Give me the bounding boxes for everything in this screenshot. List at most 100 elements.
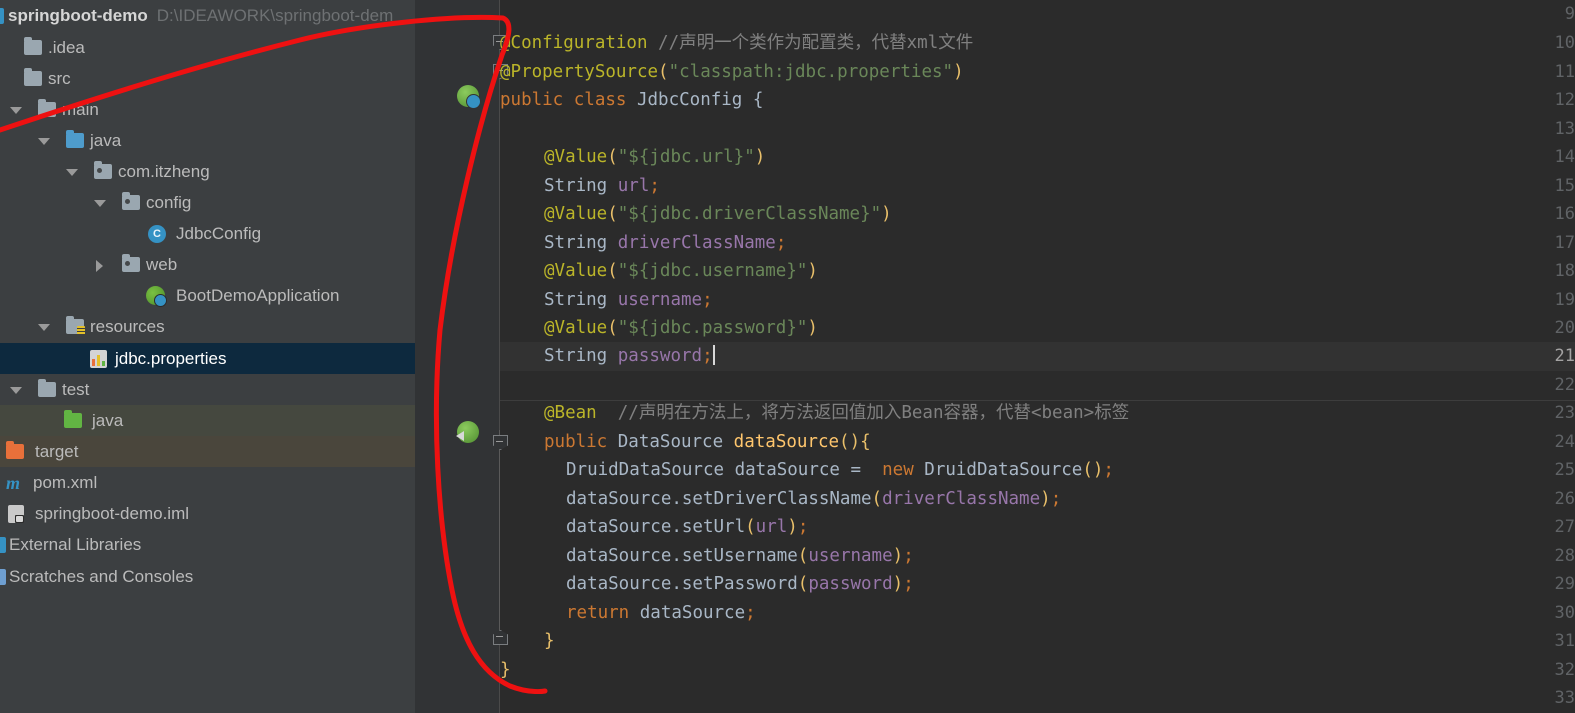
code-line-11[interactable]: @PropertySource("classpath:jdbc.properti… bbox=[500, 58, 964, 87]
line-number: 17 bbox=[1554, 233, 1575, 253]
tree-label: com.itzheng bbox=[118, 161, 210, 181]
resources-folder-icon bbox=[66, 316, 85, 335]
code-token-paren: ) bbox=[881, 204, 892, 224]
code-token-semicolon: ; bbox=[745, 603, 756, 623]
spring-bean-method-gutter-icon[interactable] bbox=[456, 421, 479, 443]
code-token-call: dataSource.setDriverClassName bbox=[566, 489, 872, 509]
code-line-27[interactable]: dataSource.setUrl(url); bbox=[500, 513, 808, 542]
tree-row-scratches-consoles[interactable]: Scratches and Consoles bbox=[0, 561, 415, 592]
tree-row-test[interactable]: test bbox=[0, 374, 415, 405]
line-number-current: 21 bbox=[1554, 346, 1575, 366]
tree-row-target[interactable]: target bbox=[0, 436, 415, 467]
tree-label: test bbox=[62, 379, 90, 399]
chevron-down-icon[interactable] bbox=[8, 382, 24, 398]
code-token-field: password bbox=[617, 346, 703, 366]
code-token-argument: url bbox=[755, 517, 788, 537]
code-line-20[interactable]: @Value("${jdbc.password}") bbox=[500, 314, 818, 343]
code-token-field: username bbox=[617, 290, 703, 310]
code-token-variable: dataSource bbox=[639, 603, 746, 623]
tree-row-jdbcconfig[interactable]: C JdbcConfig bbox=[0, 218, 415, 249]
code-token-field: driverClassName bbox=[617, 233, 776, 253]
code-line-19[interactable]: String username; bbox=[500, 286, 713, 315]
code-token-semicolon: ; bbox=[702, 290, 713, 310]
code-token-paren: ( bbox=[607, 318, 618, 338]
text-caret bbox=[712, 345, 715, 365]
code-line-23[interactable]: @Bean //声明在方法上，将方法返回值加入Bean容器，代替<bean>标签 bbox=[500, 399, 1129, 428]
code-token-type: String bbox=[544, 346, 608, 366]
code-line-15[interactable]: String url; bbox=[500, 172, 660, 201]
line-number: 28 bbox=[1554, 546, 1575, 566]
code-line-16[interactable]: @Value("${jdbc.driverClassName}") bbox=[500, 200, 892, 229]
code-line-21[interactable]: String password; bbox=[500, 342, 715, 371]
code-line-29[interactable]: dataSource.setPassword(password); bbox=[500, 570, 914, 599]
spring-boot-class-icon bbox=[146, 286, 167, 307]
tree-row-pom-xml[interactable]: m pom.xml bbox=[0, 467, 415, 498]
code-token-semicolon: ; bbox=[797, 517, 809, 537]
code-token-comment: //声明在方法上，将方法返回值加入Bean容器，代替<bean>标签 bbox=[596, 403, 1130, 423]
code-token-annotation: @Value bbox=[544, 318, 608, 338]
code-token-paren: ) bbox=[953, 62, 964, 82]
code-line-31[interactable]: } bbox=[500, 627, 555, 656]
code-line-14[interactable]: @Value("${jdbc.url}") bbox=[500, 143, 765, 172]
chevron-right-icon[interactable] bbox=[92, 257, 108, 273]
tree-row-java-main[interactable]: java bbox=[0, 125, 415, 156]
tree-row-bootdemoapplication[interactable]: BootDemoApplication bbox=[0, 280, 415, 311]
tree-row-project-root[interactable]: springboot-demo D:\IDEAWORK\springboot-d… bbox=[0, 0, 415, 31]
code-token-type: String bbox=[544, 290, 608, 310]
code-line-24[interactable]: public DataSource dataSource(){ bbox=[500, 428, 871, 457]
code-line-10[interactable]: @Configuration //声明一个类作为配置类，代替xml文件 bbox=[500, 29, 973, 58]
tree-row-web[interactable]: web bbox=[0, 249, 415, 280]
chevron-down-icon[interactable] bbox=[36, 319, 52, 335]
tree-row-src[interactable]: src bbox=[0, 63, 415, 94]
folder-icon bbox=[24, 68, 42, 86]
code-token-annotation: @Value bbox=[544, 147, 608, 167]
code-line-18[interactable]: @Value("${jdbc.username}") bbox=[500, 257, 818, 286]
line-number: 10 bbox=[1554, 33, 1575, 53]
tree-label: java bbox=[92, 410, 124, 430]
code-line-26[interactable]: dataSource.setDriverClassName(driverClas… bbox=[500, 485, 1061, 514]
line-number: 9 bbox=[1564, 4, 1575, 24]
source-folder-icon bbox=[66, 130, 84, 148]
tree-row-com-itzheng[interactable]: com.itzheng bbox=[0, 156, 415, 187]
package-icon bbox=[94, 161, 112, 179]
tree-label: web bbox=[146, 254, 178, 274]
line-number: 15 bbox=[1554, 176, 1575, 196]
code-line-17[interactable]: String driverClassName; bbox=[500, 229, 786, 258]
chevron-down-icon[interactable] bbox=[8, 102, 24, 118]
project-module-icon bbox=[0, 7, 4, 24]
spring-bean-class-gutter-icon[interactable] bbox=[457, 85, 481, 109]
tree-row-idea[interactable]: .idea bbox=[0, 32, 415, 63]
tree-row-main[interactable]: main bbox=[0, 94, 415, 125]
code-token-call: dataSource.setUsername bbox=[566, 546, 798, 566]
code-editor[interactable]: 9 10 11 12 13 14 15 16 17 18 19 20 21 22… bbox=[415, 0, 1575, 713]
tree-label: src bbox=[48, 68, 71, 88]
code-token-paren: ) bbox=[807, 261, 818, 281]
code-token-type: DataSource bbox=[617, 432, 724, 452]
code-token-semicolon: ; bbox=[1050, 489, 1062, 509]
code-token-brace: } bbox=[544, 631, 555, 651]
tree-row-jdbc-properties[interactable]: jdbc.properties bbox=[0, 343, 415, 374]
tree-row-resources[interactable]: resources bbox=[0, 311, 415, 342]
code-token-type: String bbox=[544, 176, 608, 196]
code-token-paren: ( bbox=[871, 489, 883, 509]
code-line-32[interactable]: } bbox=[500, 656, 511, 685]
tree-row-iml[interactable]: springboot-demo.iml bbox=[0, 498, 415, 529]
tree-row-java-test[interactable]: java bbox=[0, 405, 415, 436]
tree-row-external-libraries[interactable]: External Libraries bbox=[0, 529, 415, 560]
code-line-25[interactable]: DruidDataSource dataSource = new DruidDa… bbox=[500, 456, 1114, 485]
code-token-paren: ( bbox=[607, 261, 618, 281]
excluded-folder-icon bbox=[6, 441, 24, 459]
chevron-down-icon[interactable] bbox=[36, 133, 52, 149]
code-line-30[interactable]: return dataSource; bbox=[500, 599, 756, 628]
tree-row-config[interactable]: config bbox=[0, 187, 415, 218]
chevron-down-icon[interactable] bbox=[64, 164, 80, 180]
code-line-12[interactable]: public class JdbcConfig { bbox=[500, 86, 763, 115]
tree-label: main bbox=[62, 99, 99, 119]
editor-gutter[interactable] bbox=[415, 0, 500, 713]
code-line-28[interactable]: dataSource.setUsername(username); bbox=[500, 542, 914, 571]
package-icon bbox=[122, 192, 140, 210]
tree-label: JdbcConfig bbox=[176, 223, 262, 243]
chevron-down-icon[interactable] bbox=[92, 195, 108, 211]
project-tool-window[interactable]: springboot-demo D:\IDEAWORK\springboot-d… bbox=[0, 0, 415, 713]
code-token-comment: //声明一个类作为配置类，代替xml文件 bbox=[647, 33, 974, 53]
